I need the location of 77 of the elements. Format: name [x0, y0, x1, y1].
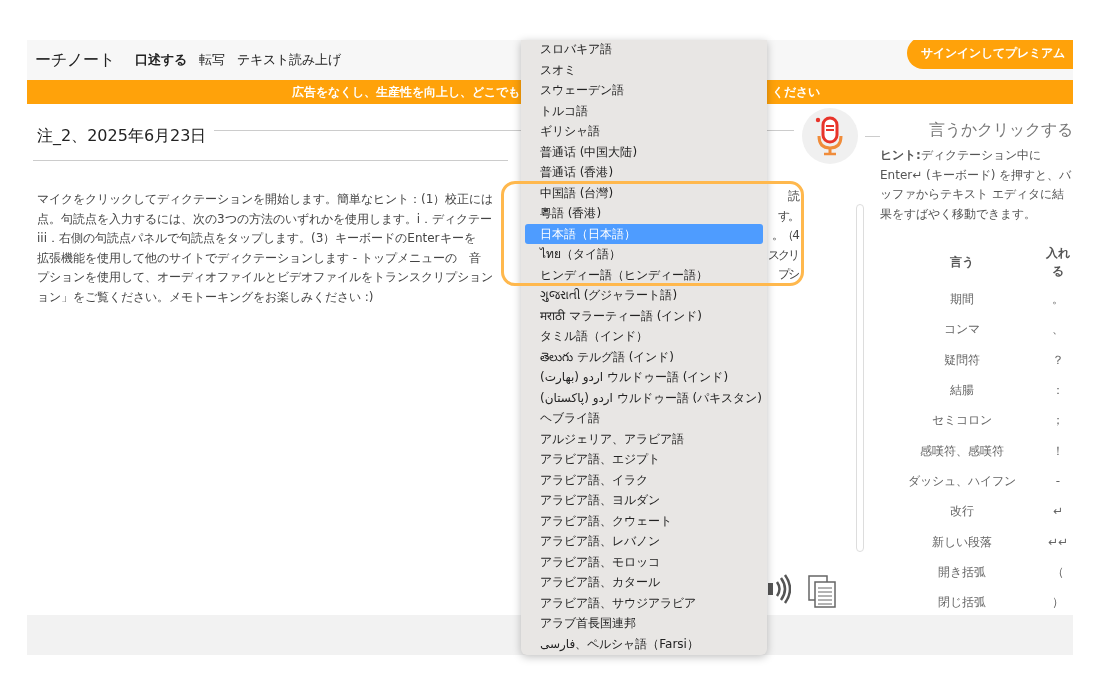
table-cell-text: ↵: [1051, 503, 1065, 521]
table-cell-text: 期間: [948, 291, 975, 309]
menu-item[interactable]: アラビア語、モロッコ: [525, 551, 763, 572]
table-cell-text: ？: [1051, 351, 1065, 369]
menu-item[interactable]: アラビア語、ヨルダン: [525, 490, 763, 511]
menu-item[interactable]: 普通话 (中国大陆): [525, 141, 763, 162]
menu-item[interactable]: 普通话 (香港): [525, 162, 763, 183]
table-cell-text: 、: [1051, 321, 1065, 339]
note-text: 拡張機能を使用して他のサイトでディクテーションします - トップメニューの 音: [37, 250, 481, 265]
note-title[interactable]: 注_2、2025年6月23日: [37, 124, 207, 148]
table-cell-text: 開き括弧: [936, 563, 987, 581]
app-logo-text[interactable]: ーチノート: [35, 48, 115, 72]
menu-item[interactable]: ไทย（タイ語）: [525, 244, 763, 265]
table-cell-text: 感嘆符、感嘆符: [918, 442, 1005, 460]
menu-item[interactable]: 中国語 (台灣): [525, 182, 763, 203]
menu-item[interactable]: తెలుగు テルグ語 (インド): [525, 346, 763, 367]
table-cell-text: 疑問符: [942, 351, 981, 369]
table-cell-text: ；: [1051, 412, 1065, 430]
menu-item[interactable]: アラビア語、サウジアラビア: [525, 592, 763, 613]
column-header: 入れる: [1045, 245, 1071, 280]
menu-item[interactable]: 粵語 (香港): [525, 203, 763, 224]
microphone-button[interactable]: [802, 108, 858, 164]
banner-text: 広告をなくし、生産性を向上し、どこでも: [291, 84, 520, 101]
menu-item[interactable]: アルジェリア、アラビア語: [525, 428, 763, 449]
menu-item[interactable]: فارسی、ペルシャ語（Farsi）: [525, 633, 763, 654]
note-text: プションを使用して、オーディオファイルとビデオファイルをトランスクリプション: [37, 270, 493, 284]
table-cell-text: セミコロン: [930, 412, 993, 430]
menu-item[interactable]: ヒンディー語（ヒンディー語）: [525, 264, 763, 285]
menu-item[interactable]: タミル語（インド）: [525, 326, 763, 347]
clipboard-icon[interactable]: [807, 574, 837, 608]
menu-item[interactable]: アラビア語、レバノン: [525, 531, 763, 552]
table-cell-text: 改行: [948, 503, 975, 521]
note-text: 。（4: [772, 228, 798, 242]
menu-item[interactable]: スウェーデン語: [525, 80, 763, 101]
nav-tab[interactable]: 転写: [199, 50, 225, 70]
menu-item[interactable]: スロバキア語: [525, 40, 763, 60]
banner-text: ください: [772, 84, 820, 101]
nav-tab[interactable]: 口述する: [135, 50, 187, 70]
table-cell-text: ：: [1051, 382, 1065, 400]
table-cell-text: 新しい段落: [930, 533, 993, 551]
menu-item[interactable]: アラビア語、クウェート: [525, 510, 763, 531]
menu-item[interactable]: ギリシャ語: [525, 121, 763, 142]
table-cell-text: ）: [1051, 594, 1065, 612]
table-cell-text: ↵↵: [1046, 533, 1070, 551]
panel-heading: 言うかクリックする: [928, 119, 1073, 141]
note-text: 読: [788, 189, 798, 203]
table-cell-text: 閉じ括弧: [936, 594, 987, 612]
menu-item[interactable]: アラブ首長国連邦: [525, 613, 763, 634]
table-cell-text: ダッシュ、ハイフン: [906, 472, 1017, 490]
table-cell-text: 結腸: [948, 382, 975, 400]
menu-item[interactable]: اردو (بھارت) ウルドゥー語 (インド): [525, 367, 763, 388]
menu-item[interactable]: ગુજરાતી (グジャラート語): [525, 285, 763, 306]
note-text: ョン」をご覧ください。メモトーキングをお楽しみください :): [37, 289, 374, 304]
nav-tab[interactable]: テキスト読み上げ: [237, 50, 341, 70]
hint-text: ヒント:ディクテーション中にEnter↵ (キーボード) を押すと、バッファからテキスト エディタに結果をすばやく移動できます。: [880, 147, 1073, 223]
menu-item[interactable]: アラビア語、エジプト: [525, 449, 763, 470]
column-header: 言う: [948, 254, 975, 271]
menu-item[interactable]: ヘブライ語: [525, 408, 763, 429]
speaker-icon[interactable]: [767, 574, 791, 604]
table-cell-text: -: [1054, 472, 1062, 490]
note-text: iii．右側の句読点パネルで句読点をタップします。(3）キーボードのEnterキーを: [37, 231, 476, 245]
table-cell-text: コンマ: [942, 321, 981, 339]
menu-item[interactable]: アラビア語、イラク: [525, 469, 763, 490]
menu-item[interactable]: トルコ語: [525, 100, 763, 121]
table-cell-text: ！: [1051, 442, 1065, 460]
table-cell-text: （: [1051, 563, 1065, 581]
menu-item[interactable]: اردو (پاکستان) ウルドゥー語 (パキスタン): [525, 387, 763, 408]
note-text: プシ: [778, 267, 798, 281]
menu-item[interactable]: アラビア語、カタール: [525, 572, 763, 593]
note-text: マイクをクリックしてディクテーションを開始します。簡単なヒント：(1）校正には: [37, 192, 494, 206]
menu-item[interactable]: スオミ: [525, 59, 763, 80]
note-text: す。: [778, 208, 798, 223]
menu-item[interactable]: मराठी マラーティー語 (インド): [525, 305, 763, 326]
note-text: スクリ: [768, 247, 798, 262]
table-cell-text: 。: [1051, 291, 1065, 309]
note-text: 点。句読点を入力するには、次の3つの方法のいずれかを使用します。i．ディクテー: [37, 211, 492, 226]
microphone-icon: [815, 116, 845, 156]
